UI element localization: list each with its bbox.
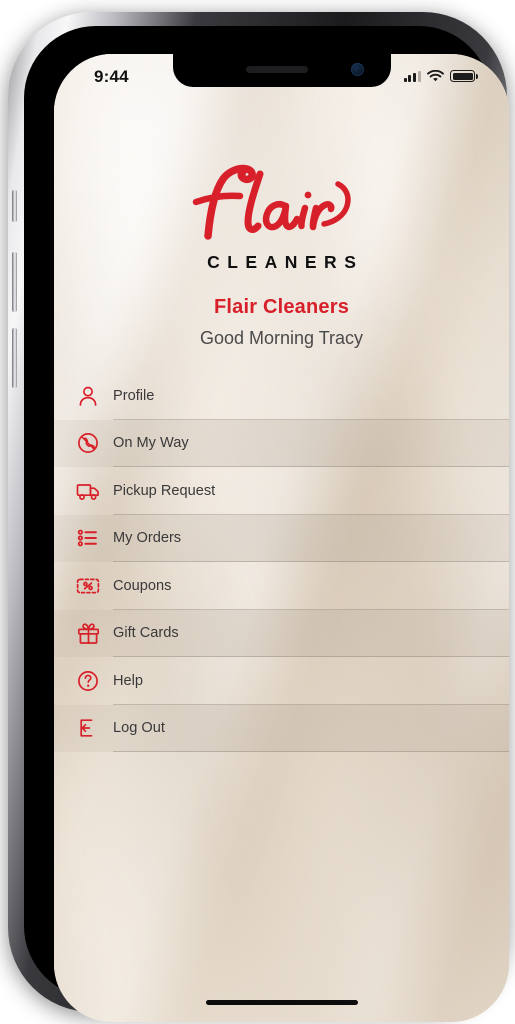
menu-item-label: On My Way — [113, 435, 189, 452]
wifi-icon — [427, 70, 444, 82]
home-indicator[interactable] — [205, 999, 358, 1005]
phone-circle-icon — [75, 430, 101, 456]
menu-item-pickup-request[interactable]: Pickup Request — [54, 467, 509, 515]
cellular-bars-icon — [403, 70, 421, 82]
phone-frame: 9:44 CLEANERS Flair Cleaners Good Mornin… — [8, 12, 509, 1022]
phone-bezel: 9:44 CLEANERS Flair Cleaners Good Mornin… — [24, 26, 509, 1022]
menu-item-label: Profile — [113, 387, 155, 404]
app-content: CLEANERS Flair Cleaners Good Morning Tra… — [54, 54, 509, 1022]
screenshot-stage: 9:44 CLEANERS Flair Cleaners Good Mornin… — [0, 0, 515, 1024]
menu-item-label: Pickup Request — [113, 482, 216, 499]
menu-item-label: Log Out — [113, 720, 165, 737]
person-icon — [75, 383, 101, 409]
menu-divider — [113, 751, 509, 752]
cleaners-wordmark: CLEANERS — [207, 252, 364, 272]
menu-item-profile[interactable]: Profile — [54, 372, 509, 420]
coupon-percent-icon — [75, 573, 101, 599]
brand-title: Flair Cleaners — [213, 296, 350, 318]
menu-item-on-my-way[interactable]: On My Way — [54, 419, 509, 467]
order-list-icon — [75, 525, 101, 551]
volume-down-button[interactable] — [12, 328, 17, 388]
status-indicators — [403, 70, 478, 82]
delivery-truck-icon — [75, 478, 101, 504]
menu-item-log-out[interactable]: Log Out — [54, 704, 509, 752]
greeting-text: Good Morning Tracy — [199, 328, 364, 348]
menu-item-label: My Orders — [113, 530, 182, 547]
phone-screen: 9:44 CLEANERS Flair Cleaners Good Mornin… — [54, 54, 509, 1022]
earpiece-speaker-icon — [245, 66, 308, 73]
flair-script-logo-icon — [192, 164, 351, 240]
battery-full-icon — [450, 70, 478, 82]
menu-item-my-orders[interactable]: My Orders — [54, 514, 509, 562]
status-clock: 9:44 — [94, 67, 129, 86]
main-menu: Profile On My Way Pickup Request My Orde… — [54, 372, 509, 752]
front-camera-icon — [350, 63, 364, 76]
logout-arrow-icon — [75, 715, 101, 741]
question-circle-icon — [75, 668, 101, 694]
mute-switch[interactable] — [12, 190, 17, 222]
menu-item-label: Coupons — [113, 577, 172, 594]
notch — [172, 54, 391, 87]
gift-box-icon — [75, 620, 101, 646]
menu-item-coupons[interactable]: Coupons — [54, 562, 509, 610]
flair-logo: CLEANERS — [54, 162, 509, 273]
menu-item-help[interactable]: Help — [54, 657, 509, 705]
menu-item-gift-cards[interactable]: Gift Cards — [54, 609, 509, 657]
menu-item-label: Help — [113, 672, 144, 689]
menu-item-label: Gift Cards — [113, 625, 179, 642]
volume-up-button[interactable] — [12, 252, 17, 312]
